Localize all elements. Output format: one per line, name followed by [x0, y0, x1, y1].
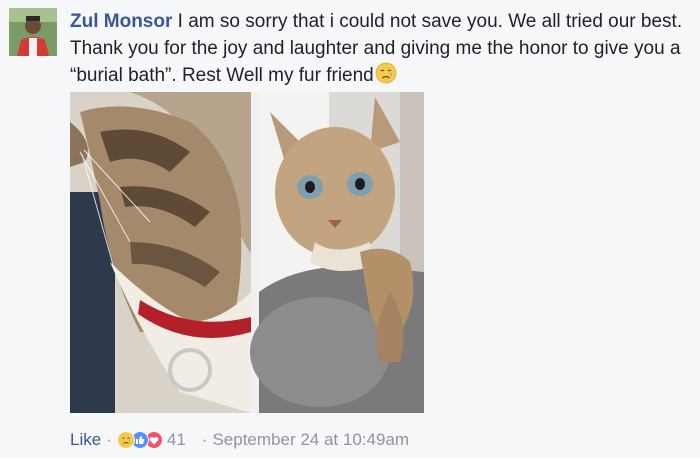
comment-body: Zul Monsor I am so sorry that i could no… — [70, 8, 690, 89]
right-cat-image — [250, 92, 424, 413]
reaction-count: 41 — [166, 430, 186, 449]
separator: · — [201, 430, 208, 449]
left-cat-image — [70, 92, 251, 413]
crying-face-icon — [375, 62, 397, 84]
comment-photo[interactable] — [70, 92, 424, 413]
sad-reaction-icon — [116, 431, 135, 449]
timestamp-link[interactable]: September 24 at 10:49am — [212, 430, 409, 450]
avatar[interactable] — [9, 8, 57, 56]
like-link[interactable]: Like — [70, 430, 101, 450]
comment: Zul Monsor I am so sorry that i could no… — [0, 0, 700, 458]
comment-footer: Like · 41 · September 24 at 10:49am — [70, 428, 409, 452]
separator: · — [106, 430, 112, 449]
reactions-summary[interactable]: 41 — [116, 430, 191, 450]
author-name-link[interactable]: Zul Monsor — [70, 11, 172, 32]
